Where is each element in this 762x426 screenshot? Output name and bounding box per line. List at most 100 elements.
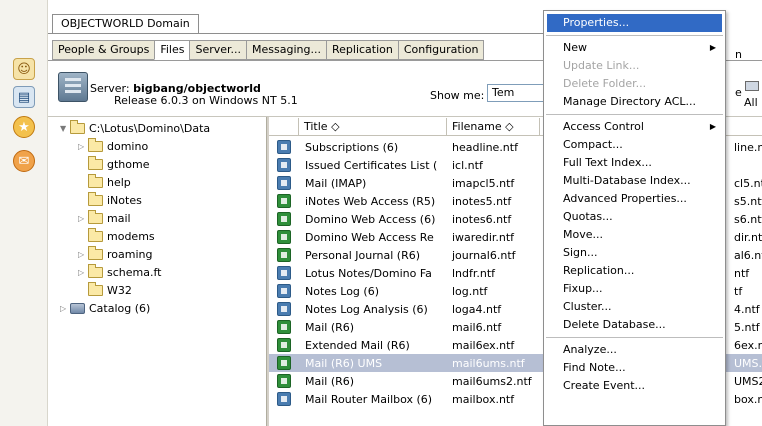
tree-node[interactable]: ▷ Catalog (6): [60, 301, 150, 316]
row-title: Extended Mail (R6): [305, 338, 410, 352]
icon-column-header[interactable]: [269, 118, 299, 136]
collapsed-arrow-icon[interactable]: ▷: [60, 301, 70, 316]
tree-node-label: Catalog (6): [89, 302, 151, 315]
context-menu: Properties... New ▶ Update Link... Delete Fo…: [543, 10, 726, 426]
submenu-arrow-icon: ▶: [709, 122, 716, 131]
menu-item-new[interactable]: New ▶: [547, 39, 722, 57]
menu-item-update-link: Update Link...: [547, 57, 722, 75]
menu-item-create-event[interactable]: Create Event...: [547, 377, 722, 395]
menu-item-properties[interactable]: Properties...: [547, 14, 722, 32]
tree-node[interactable]: gthome: [78, 156, 149, 172]
show-me-select[interactable]: Tem: [487, 84, 547, 102]
menu-separator: [546, 337, 723, 338]
catalog-icon: [70, 303, 85, 314]
database-icon: [277, 374, 291, 388]
tree-node-label: mail: [107, 212, 131, 225]
menu-item-find-note[interactable]: Find Note...: [547, 359, 722, 377]
collapsed-arrow-icon[interactable]: ▷: [78, 211, 88, 226]
row-icon-cell: [269, 248, 299, 262]
database-icon: [277, 158, 291, 172]
row-clipped-filename: ntf: [734, 266, 750, 280]
menu-item-move[interactable]: Move...: [547, 226, 722, 244]
database-icon: [277, 140, 291, 154]
tab-configuration[interactable]: Configuration: [397, 40, 485, 60]
row-filename: lndfr.ntf: [452, 266, 496, 280]
tree-node[interactable]: ▷ schema.ft: [78, 264, 161, 280]
row-clipped-filename: al6.ntf: [734, 248, 762, 262]
row-title: Lotus Notes/Domino Fa: [305, 266, 432, 280]
menu-item-manage-directory-acl[interactable]: Manage Directory ACL...: [547, 93, 722, 111]
tree-node[interactable]: help: [78, 174, 131, 190]
left-icon-bar: ☺ ▤ ★ ✉: [0, 0, 48, 426]
row-filename: journal6.ntf: [452, 248, 516, 262]
row-title: Domino Web Access (6): [305, 212, 436, 226]
menu-item-replication[interactable]: Replication...: [547, 262, 722, 280]
menu-item-sign[interactable]: Sign...: [547, 244, 722, 262]
row-icon-cell: [269, 158, 299, 172]
row-filename: mail6ums2.ntf: [452, 374, 532, 388]
database-icon: [277, 284, 291, 298]
menu-item-multi-database-index[interactable]: Multi-Database Index...: [547, 172, 722, 190]
tree-node[interactable]: ▷ roaming: [78, 246, 152, 262]
tab-replication[interactable]: Replication: [326, 40, 398, 60]
people-groups-icon[interactable]: ☺: [13, 58, 35, 80]
row-icon-cell: [269, 230, 299, 244]
tree-node[interactable]: modems: [78, 228, 155, 244]
row-icon-cell: [269, 266, 299, 280]
folder-icon: [88, 228, 103, 242]
collapsed-arrow-icon[interactable]: ▷: [78, 139, 88, 154]
row-filename: mail6ex.ntf: [452, 338, 515, 352]
menu-item-delete-database[interactable]: Delete Database...: [547, 316, 722, 334]
menu-item-compact[interactable]: Compact...: [547, 136, 722, 154]
messaging-icon[interactable]: ✉: [13, 150, 35, 172]
menu-item-fixup[interactable]: Fixup...: [547, 280, 722, 298]
row-clipped-filename: s6.ntf: [734, 212, 762, 226]
tab-files[interactable]: Files: [154, 40, 190, 60]
tree-node[interactable]: iNotes: [78, 192, 142, 208]
menu-item-full-text-index[interactable]: Full Text Index...: [547, 154, 722, 172]
row-filename: headline.ntf: [452, 140, 518, 154]
tree-node[interactable]: ▷ mail: [78, 210, 131, 226]
files-icon[interactable]: ▤: [13, 86, 35, 108]
tree-node-label: W32: [107, 284, 132, 297]
database-icon: [277, 176, 291, 190]
title-column-header[interactable]: Title ◇: [299, 118, 447, 136]
folder-tree: ▼ C:\Lotus\Domino\Data ▷ domino gthome help iN…: [48, 117, 266, 426]
menu-item-label: Advanced Properties...: [563, 192, 687, 205]
tree-node[interactable]: ▼ C:\Lotus\Domino\Data: [60, 120, 210, 136]
tab-people-groups[interactable]: People & Groups: [52, 40, 155, 60]
menu-item-advanced-properties[interactable]: Advanced Properties...: [547, 190, 722, 208]
server-icon[interactable]: ★: [13, 116, 35, 138]
row-icon-cell: [269, 392, 299, 406]
tree-node-label: domino: [107, 140, 149, 153]
menu-item-delete-folder: Delete Folder...: [547, 75, 722, 93]
menu-item-quotas[interactable]: Quotas...: [547, 208, 722, 226]
menu-item-label: Move...: [563, 228, 603, 241]
tab-server[interactable]: Server...: [189, 40, 247, 60]
folder-icon: [88, 174, 103, 188]
tree-node[interactable]: ▷ domino: [78, 138, 149, 154]
domain-tab[interactable]: OBJECTWORLD Domain: [52, 14, 199, 33]
menu-item-analyze[interactable]: Analyze...: [547, 341, 722, 359]
filename-column-header[interactable]: Filename ◇: [447, 118, 540, 136]
menu-item-cluster[interactable]: Cluster...: [547, 298, 722, 316]
all-button[interactable]: All: [744, 96, 758, 109]
tree-node[interactable]: W32: [78, 282, 132, 298]
expanded-arrow-icon[interactable]: ▼: [60, 121, 70, 136]
tab-messaging[interactable]: Messaging...: [246, 40, 326, 60]
menu-item-label: Find Note...: [563, 361, 626, 374]
tree-node-label: iNotes: [107, 194, 142, 207]
row-title: Domino Web Access Re: [305, 230, 434, 244]
database-icon: [277, 230, 291, 244]
folder-icon: [88, 246, 103, 260]
row-filename: mail6ums.ntf: [452, 356, 525, 370]
collapsed-arrow-icon[interactable]: ▷: [78, 265, 88, 280]
menu-item-access-control[interactable]: Access Control ▶: [547, 118, 722, 136]
row-filename: log.ntf: [452, 284, 488, 298]
row-filename: mailbox.ntf: [452, 392, 515, 406]
view-toggle-icon[interactable]: [745, 81, 759, 91]
collapsed-arrow-icon[interactable]: ▷: [78, 247, 88, 262]
row-clipped-filename: 4.ntf: [734, 302, 760, 316]
row-filename: mail6.ntf: [452, 320, 502, 334]
row-icon-cell: [269, 302, 299, 316]
